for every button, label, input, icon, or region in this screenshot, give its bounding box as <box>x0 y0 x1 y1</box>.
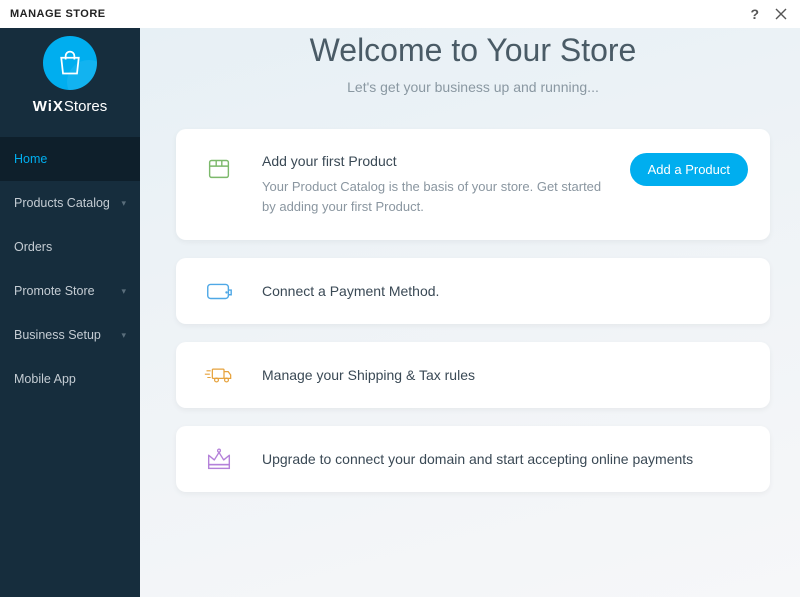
sidebar: WiXStores Home Products Catalog ▾ Orders… <box>0 28 140 597</box>
sidebar-item-label: Business Setup <box>14 328 121 342</box>
nav: Home Products Catalog ▾ Orders Promote S… <box>0 137 140 401</box>
sidebar-item-label: Home <box>14 152 126 166</box>
chevron-down-icon: ▾ <box>121 286 126 297</box>
truck-icon <box>198 360 240 390</box>
page-subtitle: Let's get your business up and running..… <box>176 79 770 95</box>
card-title: Upgrade to connect your domain and start… <box>262 451 748 467</box>
help-icon[interactable]: ? <box>746 5 764 23</box>
onboarding-cards: Add your first Product Your Product Cata… <box>176 129 770 492</box>
chevron-down-icon: ▾ <box>121 330 126 341</box>
card-payment-method[interactable]: Connect a Payment Method. <box>176 258 770 324</box>
sidebar-item-business-setup[interactable]: Business Setup ▾ <box>0 313 140 357</box>
topbar-title: MANAGE STORE <box>10 8 106 20</box>
box-icon <box>198 153 240 183</box>
sidebar-item-label: Promote Store <box>14 284 121 298</box>
card-title: Manage your Shipping & Tax rules <box>262 367 748 383</box>
sidebar-item-orders[interactable]: Orders <box>0 225 140 269</box>
card-title: Add your first Product <box>262 153 614 169</box>
page-title: Welcome to Your Store <box>176 32 770 69</box>
card-desc: Your Product Catalog is the basis of you… <box>262 177 614 216</box>
shopping-bag-icon <box>43 36 97 90</box>
card-upgrade[interactable]: Upgrade to connect your domain and start… <box>176 426 770 492</box>
brand: WiXStores <box>0 28 140 131</box>
main-content: Welcome to Your Store Let's get your bus… <box>140 28 800 597</box>
add-product-button[interactable]: Add a Product <box>630 153 748 186</box>
close-icon[interactable] <box>772 5 790 23</box>
sidebar-item-products-catalog[interactable]: Products Catalog ▾ <box>0 181 140 225</box>
sidebar-item-home[interactable]: Home <box>0 137 140 181</box>
sidebar-item-label: Mobile App <box>14 372 126 386</box>
card-shipping-tax[interactable]: Manage your Shipping & Tax rules <box>176 342 770 408</box>
sidebar-item-promote-store[interactable]: Promote Store ▾ <box>0 269 140 313</box>
topbar: MANAGE STORE ? <box>0 0 800 28</box>
sidebar-item-mobile-app[interactable]: Mobile App <box>0 357 140 401</box>
card-title: Connect a Payment Method. <box>262 283 748 299</box>
card-add-product: Add your first Product Your Product Cata… <box>176 129 770 240</box>
sidebar-item-label: Orders <box>14 240 126 254</box>
brand-name: WiXStores <box>33 98 108 115</box>
crown-icon <box>198 444 240 474</box>
chevron-down-icon: ▾ <box>121 198 126 209</box>
wallet-icon <box>198 276 240 306</box>
sidebar-item-label: Products Catalog <box>14 196 121 210</box>
